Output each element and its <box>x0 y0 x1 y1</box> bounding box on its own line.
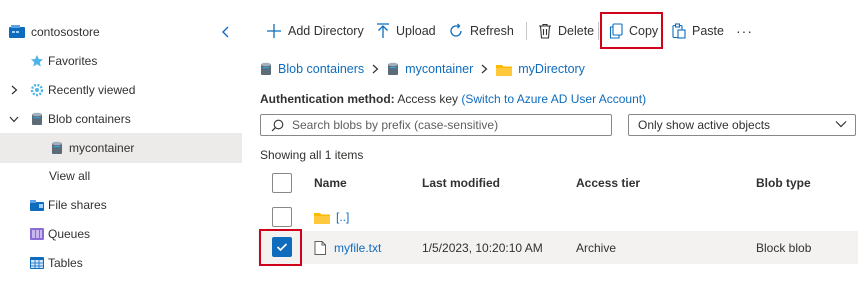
upload-button[interactable]: Upload <box>376 14 436 48</box>
breadcrumb-label: myDirectory <box>518 62 585 76</box>
parent-cell: [..] <box>314 202 349 232</box>
chevron-down-icon <box>835 121 847 128</box>
sidebar-item-label: Blob containers <box>48 112 131 126</box>
delete-label: Delete <box>558 24 595 38</box>
auth-method: Authentication method: Access key (Switc… <box>260 92 646 106</box>
breadcrumb-mydirectory[interactable]: myDirectory <box>496 62 585 76</box>
more-icon: ··· <box>736 23 753 39</box>
trash-icon <box>539 23 551 39</box>
sidebar-item-label: mycontainer <box>69 141 135 155</box>
sidebar-item-label: Favorites <box>48 54 98 68</box>
view-all-link[interactable]: View all <box>49 169 90 183</box>
sidebar: contosostore Favorites Recently viewed B… <box>0 0 242 295</box>
last-modified-cell: 1/5/2023, 10:20:10 AM <box>422 240 543 255</box>
toolbar-divider <box>526 22 527 40</box>
blob-type-cell: Block blob <box>756 240 812 255</box>
plus-icon <box>267 24 281 38</box>
upload-icon <box>377 23 389 38</box>
table-row-parent[interactable]: [..] <box>258 202 858 232</box>
column-header-last-modified[interactable]: Last modified <box>422 168 500 198</box>
sidebar-account-label: contosostore <box>31 25 100 39</box>
copy-highlight-box <box>600 12 663 49</box>
sidebar-item-label: Recently viewed <box>48 83 136 97</box>
sidebar-account[interactable]: contosostore <box>0 18 242 46</box>
chevron-right-icon <box>372 64 379 74</box>
add-directory-label: Add Directory <box>288 24 364 38</box>
breadcrumb-label: Blob containers <box>278 62 365 76</box>
more-button[interactable]: ··· <box>736 14 753 48</box>
search-placeholder: Search blobs by prefix (case-sensitive) <box>292 118 499 132</box>
table-header-row: Name Last modified Access tier Blob type <box>258 168 858 198</box>
chevron-right-icon[interactable] <box>9 85 19 95</box>
switch-auth-link[interactable]: (Switch to Azure AD User Account) <box>461 92 646 106</box>
star-icon <box>29 53 45 69</box>
table-icon <box>29 255 45 271</box>
breadcrumb: Blob containers mycontainer myDirectory <box>260 58 585 80</box>
sidebar-item-blob-containers[interactable]: Blob containers <box>0 105 242 133</box>
gear-icon <box>29 82 45 98</box>
collapse-sidebar-icon[interactable] <box>220 26 230 38</box>
checkbox-highlight-box <box>259 229 302 266</box>
search-icon <box>271 119 284 131</box>
paste-button[interactable]: Paste <box>672 14 724 48</box>
select-all-checkbox[interactable] <box>272 173 292 193</box>
storage-account-icon <box>9 24 25 40</box>
blob-container-icon <box>388 62 399 75</box>
refresh-icon <box>450 23 462 37</box>
queue-icon <box>29 226 45 242</box>
blob-container-icon <box>29 111 45 127</box>
paste-icon <box>672 23 686 39</box>
sidebar-item-tables[interactable]: Tables <box>0 249 242 277</box>
column-header-access-tier[interactable]: Access tier <box>576 168 640 198</box>
sidebar-item-mycontainer[interactable]: mycontainer <box>0 133 242 163</box>
refresh-button[interactable]: Refresh <box>448 14 514 48</box>
upload-label: Upload <box>396 24 436 38</box>
column-header-name[interactable]: Name <box>314 168 347 198</box>
command-bar: Add Directory Upload Refresh Delete Copy… <box>258 14 858 48</box>
sidebar-item-label: Queues <box>48 227 91 241</box>
item-count: Showing all 1 items <box>260 148 364 162</box>
folder-icon <box>314 212 330 224</box>
sidebar-item-file-shares[interactable]: File shares <box>0 191 242 219</box>
search-input[interactable]: Search blobs by prefix (case-sensitive) <box>260 114 612 136</box>
sidebar-item-favorites[interactable]: Favorites <box>0 47 242 75</box>
chevron-right-icon <box>481 64 488 74</box>
sidebar-item-view-all[interactable]: View all <box>0 162 242 190</box>
dropdown-selected-value: Only show active objects <box>638 118 771 132</box>
sidebar-item-label: File shares <box>48 198 107 212</box>
add-directory-button[interactable]: Add Directory <box>266 14 364 48</box>
active-objects-dropdown[interactable]: Only show active objects <box>628 114 856 136</box>
auth-method-value: Access key <box>397 92 459 106</box>
toolbar-divider <box>598 22 599 40</box>
table-row[interactable]: myfile.txt 1/5/2023, 10:20:10 AM Archive… <box>258 231 858 264</box>
breadcrumb-label: mycontainer <box>405 62 474 76</box>
sidebar-item-label: Tables <box>48 256 83 270</box>
delete-button[interactable]: Delete <box>538 14 594 48</box>
file-icon <box>314 240 326 255</box>
chevron-down-icon[interactable] <box>9 114 19 124</box>
column-header-blob-type[interactable]: Blob type <box>756 168 811 198</box>
row-checkbox[interactable] <box>272 207 292 227</box>
sidebar-item-recently-viewed[interactable]: Recently viewed <box>0 76 242 104</box>
refresh-label: Refresh <box>470 24 514 38</box>
file-name-link[interactable]: myfile.txt <box>334 241 381 255</box>
parent-directory-link[interactable]: [..] <box>336 210 349 224</box>
folder-icon <box>496 64 513 76</box>
sidebar-item-queues[interactable]: Queues <box>0 220 242 248</box>
breadcrumb-mycontainer[interactable]: mycontainer <box>387 62 473 76</box>
paste-label: Paste <box>692 24 724 38</box>
name-cell: myfile.txt <box>314 231 381 264</box>
blob-container-icon <box>261 62 271 75</box>
auth-method-label: Authentication method: <box>260 92 395 106</box>
access-tier-cell: Archive <box>576 240 617 255</box>
blob-container-icon <box>49 140 65 156</box>
breadcrumb-blob-containers[interactable]: Blob containers <box>260 62 364 76</box>
file-share-icon <box>29 197 45 213</box>
